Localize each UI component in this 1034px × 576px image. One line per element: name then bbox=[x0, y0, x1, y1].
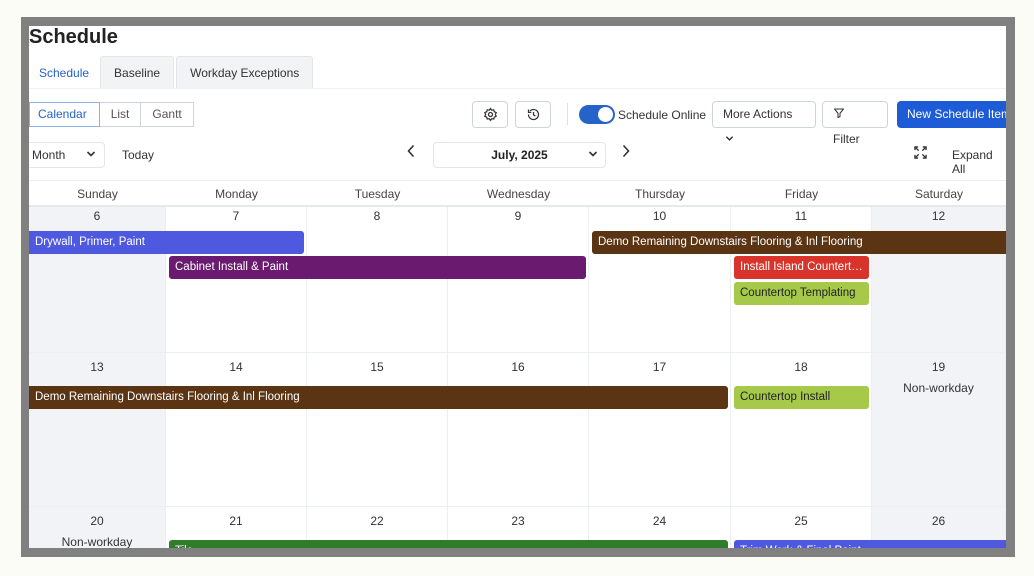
chevron-down-icon bbox=[86, 143, 96, 167]
chevron-right-icon bbox=[622, 144, 630, 158]
day-header-friday: Friday bbox=[784, 187, 819, 201]
day-cell[interactable]: 17 bbox=[589, 353, 731, 507]
day-cell[interactable]: 13 bbox=[29, 353, 166, 507]
calendar-grid: Sunday Monday Tuesday Wednesday Thursday Frid… bbox=[29, 180, 1006, 548]
day-cell[interactable]: 20 Non-workday bbox=[29, 507, 166, 548]
day-number: 25 bbox=[794, 514, 808, 528]
calendar-week: 20 Non-workday 21 22 23 24 25 26 Tile Trim Work &… bbox=[29, 507, 1006, 548]
day-number: 9 bbox=[514, 209, 522, 223]
day-cell[interactable]: 6 bbox=[29, 207, 166, 353]
day-cell[interactable]: 9 bbox=[448, 207, 589, 353]
current-month: July, 2025 bbox=[491, 148, 548, 162]
day-number: 22 bbox=[370, 514, 384, 528]
day-cell[interactable]: 8 bbox=[307, 207, 448, 353]
view-gantt-button[interactable]: Gantt bbox=[140, 102, 194, 127]
day-number: 19 bbox=[931, 360, 946, 374]
more-actions-label: More Actions bbox=[723, 107, 793, 121]
day-number: 24 bbox=[652, 514, 667, 528]
settings-button[interactable] bbox=[472, 101, 508, 128]
day-header-wednesday: Wednesday bbox=[486, 187, 551, 201]
schedule-online-toggle[interactable] bbox=[579, 105, 615, 124]
schedule-app: Schedule Schedule Baseline Workday Excep… bbox=[29, 26, 1006, 548]
view-calendar-button[interactable]: Calendar bbox=[29, 102, 100, 127]
history-icon bbox=[527, 108, 539, 121]
view-switcher: Calendar List Gantt bbox=[29, 102, 194, 127]
filter-button[interactable]: Filter bbox=[822, 101, 888, 146]
day-cell[interactable]: 11 bbox=[731, 207, 872, 353]
non-workday-label: Non-workday bbox=[903, 381, 974, 395]
view-list-button[interactable]: List bbox=[98, 102, 142, 127]
day-header-monday: Monday bbox=[215, 187, 258, 201]
non-workday-label: Non-workday bbox=[61, 535, 133, 548]
history-button[interactable] bbox=[515, 101, 551, 128]
period-value: Month bbox=[32, 148, 66, 162]
day-number: 17 bbox=[652, 360, 667, 374]
day-number: 7 bbox=[232, 209, 240, 223]
month-select[interactable]: July, 2025 bbox=[433, 142, 606, 168]
calendar-week: 13 14 15 16 17 18 19 Non-workday Demo Remaining … bbox=[29, 353, 1006, 507]
new-schedule-item-button[interactable]: New Schedule Item bbox=[897, 101, 1006, 128]
expand-icon[interactable] bbox=[914, 146, 927, 164]
day-cell[interactable]: 14 bbox=[166, 353, 307, 507]
expand-all-button[interactable]: Expand All bbox=[952, 148, 1006, 176]
tab-schedule[interactable]: Schedule bbox=[29, 56, 99, 88]
day-number: 18 bbox=[794, 360, 808, 374]
tab-workday-exceptions[interactable]: Workday Exceptions bbox=[176, 56, 314, 88]
schedule-event[interactable]: Tile bbox=[169, 540, 728, 548]
day-number: 23 bbox=[511, 514, 525, 528]
chevron-left-icon bbox=[407, 144, 415, 158]
schedule-event[interactable]: Cabinet Install & Paint bbox=[169, 256, 586, 279]
period-select[interactable]: Month bbox=[29, 142, 105, 168]
day-number: 14 bbox=[229, 360, 243, 374]
schedule-online-label: Schedule Online bbox=[618, 108, 707, 122]
day-cell[interactable]: 15 bbox=[307, 353, 448, 507]
day-number: 12 bbox=[931, 209, 946, 223]
day-number: 11 bbox=[794, 209, 808, 223]
schedule-event[interactable]: Demo Remaining Downstairs Flooring & Inl… bbox=[29, 386, 728, 409]
day-header-saturday: Saturday bbox=[914, 187, 964, 201]
day-number: 10 bbox=[652, 209, 667, 223]
day-number: 16 bbox=[511, 360, 525, 374]
schedule-event[interactable]: Drywall, Primer, Paint bbox=[29, 231, 304, 254]
page-title: Schedule bbox=[29, 26, 118, 48]
previous-month-button[interactable] bbox=[406, 144, 416, 163]
tab-bar: Schedule Baseline Workday Exceptions bbox=[29, 56, 315, 88]
toolbar-divider bbox=[567, 103, 568, 125]
day-cell[interactable]: 12 bbox=[872, 207, 1006, 353]
day-number: 21 bbox=[229, 514, 243, 528]
day-number: 15 bbox=[370, 360, 384, 374]
calendar-week: 6 7 8 9 10 11 12 Drywall, Primer, Paint Demo Rem… bbox=[29, 207, 1006, 353]
gear-icon bbox=[483, 107, 497, 122]
today-button[interactable]: Today bbox=[122, 148, 154, 162]
day-cell[interactable]: 16 bbox=[448, 353, 589, 507]
day-cell[interactable]: 18 bbox=[731, 353, 872, 507]
day-number: 26 bbox=[931, 514, 946, 528]
chevron-down-icon bbox=[725, 136, 734, 141]
day-header-tuesday: Tuesday bbox=[354, 187, 401, 201]
next-month-button[interactable] bbox=[621, 144, 631, 163]
tab-baseline[interactable]: Baseline bbox=[100, 56, 175, 88]
day-cell[interactable]: 7 bbox=[166, 207, 307, 353]
day-cell[interactable]: 10 bbox=[589, 207, 731, 353]
day-number: 8 bbox=[373, 209, 381, 223]
tab-divider bbox=[29, 88, 1006, 89]
day-header-sunday: Sunday bbox=[77, 187, 118, 201]
day-number: 20 bbox=[90, 514, 104, 528]
schedule-event[interactable]: Countertop Templating bbox=[734, 282, 869, 305]
toggle-knob bbox=[598, 107, 613, 122]
more-actions-button[interactable]: More Actions bbox=[712, 101, 816, 141]
schedule-event[interactable]: Trim Work & Final Paint bbox=[734, 540, 1006, 548]
day-header-thursday: Thursday bbox=[634, 187, 686, 201]
day-number: 6 bbox=[93, 209, 101, 223]
schedule-event[interactable]: Countertop Install bbox=[734, 386, 869, 409]
day-cell[interactable]: 19 Non-workday bbox=[872, 353, 1006, 507]
filter-icon bbox=[834, 108, 844, 118]
schedule-event[interactable]: Install Island Countertops bbox=[734, 256, 869, 279]
day-number: 13 bbox=[90, 360, 104, 374]
chevron-down-icon bbox=[588, 143, 598, 167]
filter-label: Filter bbox=[833, 132, 860, 146]
schedule-event[interactable]: Demo Remaining Downstairs Flooring & Inl… bbox=[592, 231, 1006, 254]
